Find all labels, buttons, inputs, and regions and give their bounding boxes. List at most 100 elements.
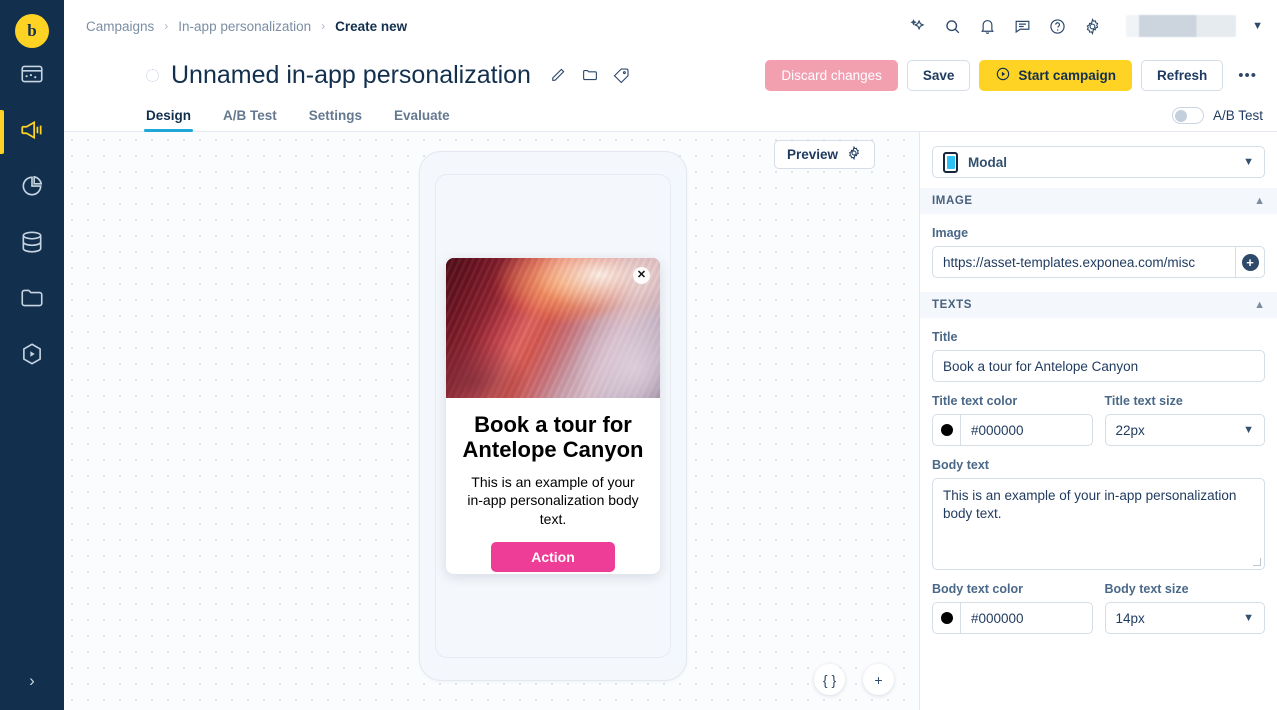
breadcrumb-item-inapp[interactable]: In-app personalization: [178, 19, 311, 34]
chevron-up-icon: ▲: [1254, 195, 1265, 207]
tab-settings[interactable]: Settings: [309, 108, 362, 131]
bell-icon[interactable]: [978, 17, 997, 36]
add-block-button[interactable]: +: [863, 664, 894, 695]
sidebar-item-analytics[interactable]: [0, 160, 64, 216]
image-url-input[interactable]: https://asset-templates.exponea.com/misc: [932, 246, 1235, 278]
user-avatar-placeholder[interactable]: [1126, 15, 1237, 37]
body-size-label: Body text size: [1104, 582, 1189, 596]
body-color-label: Body text color: [932, 582, 1023, 596]
save-button[interactable]: Save: [906, 59, 971, 91]
breadcrumb-item-create-new: Create new: [335, 18, 408, 34]
color-swatch: [940, 424, 953, 436]
title-color-swatch-button[interactable]: [932, 414, 960, 446]
sidebar-expand-button[interactable]: ›: [0, 664, 64, 698]
start-campaign-button[interactable]: Start campaign: [979, 59, 1132, 91]
chevron-down-icon: ▼: [1243, 612, 1254, 624]
refresh-button[interactable]: Refresh: [1140, 59, 1224, 91]
app-logo[interactable]: b: [15, 14, 49, 48]
sidebar-item-data[interactable]: [0, 216, 64, 272]
sidebar-item-scenarios[interactable]: [0, 328, 64, 384]
gear-icon[interactable]: [846, 145, 862, 164]
close-icon[interactable]: ✕: [633, 267, 650, 284]
comment-icon[interactable]: [1013, 17, 1032, 36]
design-canvas[interactable]: Preview ✕ Book a tour for Antelope Canyo…: [64, 132, 920, 710]
body-text-textarea[interactable]: This is an example of your in-app person…: [932, 478, 1265, 570]
breadcrumb-item-campaigns[interactable]: Campaigns: [86, 19, 154, 34]
preview-button[interactable]: Preview: [773, 140, 875, 169]
image-label: Image: [932, 226, 969, 240]
database-icon: [19, 229, 45, 260]
title-size-field: Title text size 22px ▼: [1104, 394, 1265, 446]
modal-image[interactable]: ✕: [446, 258, 660, 398]
title-size-value: 22px: [1115, 422, 1145, 438]
pencil-icon[interactable]: [549, 66, 567, 84]
folder-icon: [19, 285, 45, 316]
modal-content: Book a tour for Antelope Canyon This is …: [446, 398, 660, 574]
canvas-floating-actions: { } +: [814, 664, 894, 695]
megaphone-icon: [19, 117, 45, 148]
modal-action-button[interactable]: Action: [491, 542, 615, 572]
body-size-field: Body text size 14px ▼: [1104, 582, 1265, 634]
breadcrumb-separator: ›: [321, 19, 326, 33]
tag-icon[interactable]: [613, 66, 631, 84]
pie-chart-icon: [19, 173, 45, 204]
discard-changes-button[interactable]: Discard changes: [765, 59, 898, 91]
title-color-field: Title text color #000000: [932, 394, 1093, 446]
image-field: Image https://asset-templates.exponea.co…: [932, 226, 1265, 278]
section-header-texts[interactable]: TEXTS ▲: [920, 292, 1277, 318]
phone-icon: [943, 151, 958, 173]
header-actions: Discard changes Save Start campaign Refr…: [765, 59, 1263, 91]
left-nav-rail: b ›: [0, 0, 64, 710]
body-color-swatch-button[interactable]: [932, 602, 960, 634]
title-icon-group: [549, 66, 631, 84]
sparkle-icon[interactable]: [908, 17, 927, 36]
top-bar: Campaigns › In-app personalization › Cre…: [64, 0, 1277, 52]
folder-icon[interactable]: [581, 66, 599, 84]
start-campaign-label: Start campaign: [1018, 67, 1116, 83]
body-style-row: Body text color #000000 Body text size 1…: [932, 582, 1265, 634]
title-color-input[interactable]: #000000: [960, 414, 1093, 446]
body-size-select[interactable]: 14px ▼: [1104, 602, 1265, 634]
more-options-button[interactable]: •••: [1232, 67, 1263, 84]
gear-icon[interactable]: [1083, 17, 1102, 36]
editor-body: Preview ✕ Book a tour for Antelope Canyo…: [64, 132, 1277, 710]
message-type-select[interactable]: Modal ▼: [932, 146, 1265, 178]
body-color-input-group: #000000: [932, 602, 1093, 634]
image-add-button[interactable]: +: [1235, 246, 1265, 278]
ab-test-label: A/B Test: [1212, 108, 1263, 123]
sidebar-item-campaigns[interactable]: [0, 104, 64, 160]
sidebar-item-dashboard[interactable]: [0, 48, 64, 104]
message-type-label: Modal: [968, 154, 1007, 170]
dashboard-icon: [19, 61, 45, 92]
modal-preview[interactable]: ✕ Book a tour for Antelope Canyon This i…: [446, 258, 660, 574]
search-icon[interactable]: [943, 17, 962, 36]
section-header-image[interactable]: IMAGE ▲: [920, 188, 1277, 214]
body-text-label: Body text: [932, 458, 989, 472]
sidebar-item-assets[interactable]: [0, 272, 64, 328]
modal-body-text[interactable]: This is an example of your in-app person…: [462, 473, 644, 528]
tab-evaluate[interactable]: Evaluate: [394, 108, 450, 131]
play-circle-icon: [995, 66, 1011, 85]
title-size-select[interactable]: 22px ▼: [1104, 414, 1265, 446]
title-input[interactable]: Book a tour for Antelope Canyon: [932, 350, 1265, 382]
page-title: Unnamed in-app personalization: [171, 60, 531, 89]
play-icon: [19, 341, 45, 372]
chevron-down-icon[interactable]: ▼: [1252, 20, 1263, 32]
section-title-image: IMAGE: [932, 195, 973, 207]
title-field: Title Book a tour for Antelope Canyon: [932, 330, 1265, 382]
image-input-group: https://asset-templates.exponea.com/misc…: [932, 246, 1265, 278]
plus-icon: +: [1241, 253, 1259, 271]
code-braces-button[interactable]: { }: [814, 664, 845, 695]
help-icon[interactable]: [1048, 17, 1067, 36]
tab-ab-test[interactable]: A/B Test: [223, 108, 277, 131]
ab-test-toggle-group: A/B Test: [1171, 107, 1263, 131]
tab-design[interactable]: Design: [143, 108, 194, 132]
properties-panel: Modal ▼ IMAGE ▲ Image https://asset-temp…: [920, 132, 1277, 710]
modal-title[interactable]: Book a tour for Antelope Canyon: [462, 412, 644, 463]
section-title-texts: TEXTS: [932, 299, 973, 311]
ab-test-toggle[interactable]: [1171, 107, 1204, 124]
breadcrumb-separator: ›: [164, 19, 169, 33]
color-swatch: [940, 612, 953, 624]
toggle-knob: [1174, 109, 1187, 122]
body-color-input[interactable]: #000000: [960, 602, 1093, 634]
